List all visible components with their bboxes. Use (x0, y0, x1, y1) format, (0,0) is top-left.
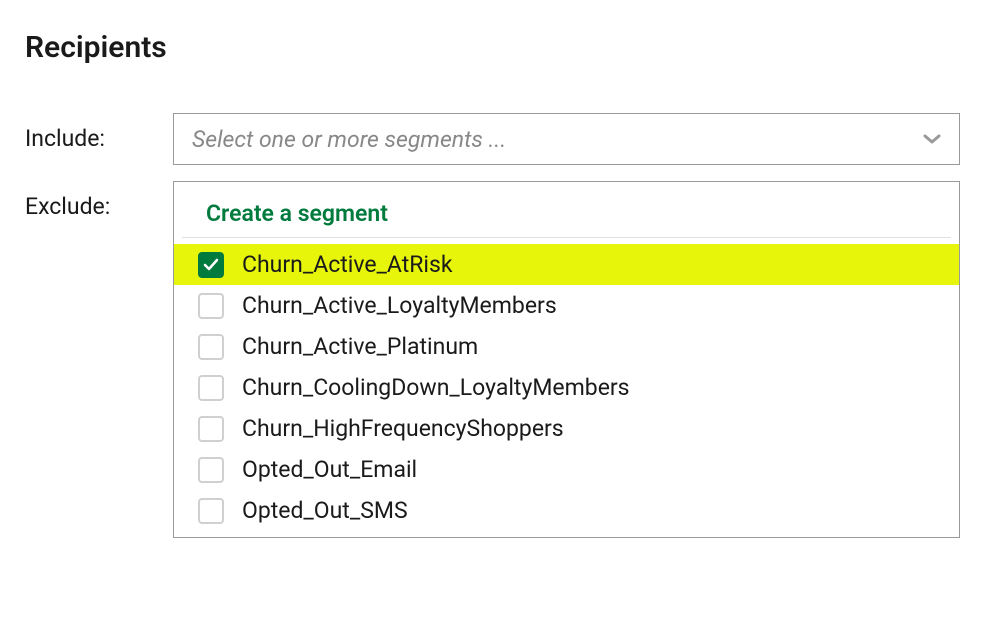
include-row: Include: Select one or more segments ... (25, 113, 960, 165)
segment-checkbox[interactable] (198, 293, 224, 319)
include-label: Include: (25, 113, 173, 152)
exclude-label: Exclude: (25, 181, 173, 220)
segment-checkbox[interactable] (198, 334, 224, 360)
segment-checkbox[interactable] (198, 457, 224, 483)
segment-options-list: Churn_Active_AtRisk Churn_Active_LoyaltyM… (174, 244, 959, 531)
exclude-dropdown-panel: Create a segment Churn_Active_AtRiskChur… (173, 181, 960, 538)
segment-option[interactable]: Churn_Active_LoyaltyMembers (174, 285, 959, 326)
segment-label: Churn_Active_Platinum (242, 333, 478, 360)
segment-checkbox[interactable] (198, 375, 224, 401)
segment-checkbox[interactable] (198, 416, 224, 442)
segment-option[interactable]: Opted_Out_SMS (174, 490, 959, 531)
segment-checkbox[interactable] (198, 252, 224, 278)
exclude-row: Exclude: Create a segment Churn_Active_A… (25, 181, 960, 538)
segment-option[interactable]: Churn_CoolingDown_LoyaltyMembers (174, 367, 959, 408)
segment-option[interactable]: Churn_Active_AtRisk (174, 244, 959, 285)
create-segment-link[interactable]: Create a segment (182, 196, 951, 238)
page-title: Recipients (25, 30, 960, 65)
segment-label: Churn_CoolingDown_LoyaltyMembers (242, 374, 630, 401)
segment-label: Opted_Out_SMS (242, 497, 408, 524)
segment-label: Opted_Out_Email (242, 456, 417, 483)
segment-option[interactable]: Churn_Active_Platinum (174, 326, 959, 367)
include-select-wrapper: Select one or more segments ... (173, 113, 960, 165)
chevron-down-icon (923, 133, 941, 145)
segment-label: Churn_Active_AtRisk (242, 251, 453, 278)
include-placeholder: Select one or more segments ... (192, 126, 506, 153)
segment-label: Churn_HighFrequencyShoppers (242, 415, 564, 442)
segment-option[interactable]: Churn_HighFrequencyShoppers (174, 408, 959, 449)
segment-label: Churn_Active_LoyaltyMembers (242, 292, 557, 319)
include-select[interactable]: Select one or more segments ... (173, 113, 960, 165)
segment-checkbox[interactable] (198, 498, 224, 524)
exclude-select-wrapper: Create a segment Churn_Active_AtRiskChur… (173, 181, 960, 538)
segment-option[interactable]: Opted_Out_Email (174, 449, 959, 490)
